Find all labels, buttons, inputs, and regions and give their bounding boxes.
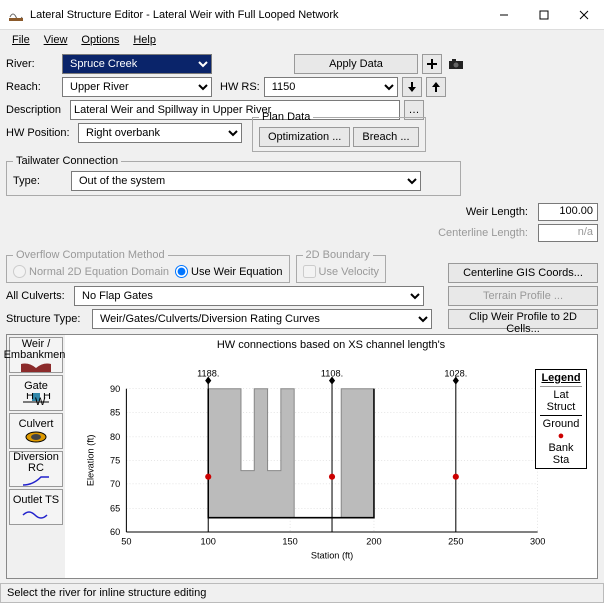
diversion-rc-button[interactable]: Diversion RC — [9, 451, 63, 487]
svg-text:85: 85 — [110, 407, 120, 417]
structure-type-select[interactable]: Weir/Gates/Culverts/Diversion Rating Cur… — [92, 309, 432, 329]
weir-embankment-button[interactable]: Weir / Embankment — [9, 337, 63, 373]
menubar: File View Options Help — [0, 30, 604, 50]
svg-text:250: 250 — [448, 536, 463, 546]
centlen-label: Centerline Length: — [438, 227, 528, 239]
svg-text:75: 75 — [110, 455, 120, 465]
plan-data-legend: Plan Data — [259, 111, 313, 123]
outlet-ts-button[interactable]: Outlet TS — [9, 489, 63, 525]
gate-button[interactable]: GateHHW — [9, 375, 63, 411]
description-label: Description — [6, 104, 66, 116]
check-use-velocity: Use Velocity — [303, 265, 380, 278]
plan-data-group: Plan Data Optimization ... Breach ... — [252, 111, 426, 152]
svg-text:Elevation (ft): Elevation (ft) — [86, 435, 96, 487]
boundary-2d-legend: 2D Boundary — [303, 249, 373, 261]
river-select[interactable]: Spruce Creek — [62, 54, 212, 74]
apply-data-button[interactable]: Apply Data — [294, 54, 418, 74]
type-label: Type: — [13, 175, 67, 187]
clip-weir-button[interactable]: Clip Weir Profile to 2D Cells... — [448, 309, 598, 329]
menu-file[interactable]: File — [6, 32, 36, 48]
svg-text:1108.: 1108. — [321, 368, 343, 378]
svg-text:60: 60 — [110, 527, 120, 537]
centerline-gis-button[interactable]: Centerline GIS Coords... — [448, 263, 598, 283]
reach-select[interactable]: Upper River — [62, 77, 212, 97]
centlen-value: n/a — [538, 224, 598, 242]
down-arrow-button[interactable] — [402, 77, 422, 97]
svg-text:50: 50 — [121, 536, 131, 546]
overflow-legend: Overflow Computation Method — [13, 249, 168, 261]
svg-text:65: 65 — [110, 504, 120, 514]
culverts-label: All Culverts: — [6, 290, 70, 302]
svg-text:1028.: 1028. — [444, 368, 467, 378]
minimize-button[interactable] — [492, 3, 516, 27]
titlebar: Lateral Structure Editor - Lateral Weir … — [0, 0, 604, 30]
plot-legend: Legend Lat Struct Ground ● Bank Sta — [535, 369, 587, 469]
up-arrow-button[interactable] — [426, 77, 446, 97]
svg-text:70: 70 — [110, 479, 120, 489]
app-icon — [8, 7, 24, 23]
camera-icon[interactable] — [446, 54, 466, 74]
structure-type-label: Structure Type: — [6, 313, 88, 325]
window-title: Lateral Structure Editor - Lateral Weir … — [30, 9, 492, 21]
breach-button[interactable]: Breach ... — [353, 127, 418, 147]
svg-text:150: 150 — [282, 536, 297, 546]
weirlen-value: 100.00 — [538, 203, 598, 221]
svg-text:W: W — [35, 396, 46, 405]
svg-text:200: 200 — [366, 536, 381, 546]
svg-text:1188.: 1188. — [197, 368, 219, 378]
plot-title: HW connections based on XS channel lengt… — [65, 335, 597, 355]
hwpos-label: HW Position: — [6, 127, 74, 139]
plot-area[interactable]: HW connections based on XS channel lengt… — [65, 335, 597, 578]
reach-label: Reach: — [6, 81, 58, 93]
type-select[interactable]: Out of the system — [71, 171, 421, 191]
radio-weir-eq[interactable]: Use Weir Equation — [175, 265, 283, 278]
menu-help[interactable]: Help — [127, 32, 162, 48]
tailwater-legend: Tailwater Connection — [13, 155, 121, 167]
culvert-button[interactable]: Culvert — [9, 413, 63, 449]
menu-view[interactable]: View — [38, 32, 74, 48]
maximize-button[interactable] — [532, 3, 556, 27]
close-button[interactable] — [572, 3, 596, 27]
add-button[interactable] — [422, 54, 442, 74]
side-toolbar: Weir / Embankment GateHHW Culvert Divers… — [7, 335, 65, 578]
overflow-group: Overflow Computation Method Normal 2D Eq… — [6, 249, 290, 283]
svg-text:80: 80 — [110, 432, 120, 442]
hwrs-label: HW RS: — [220, 81, 260, 93]
svg-text:300: 300 — [530, 536, 545, 546]
hwpos-select[interactable]: Right overbank — [78, 123, 242, 143]
svg-text:H: H — [26, 393, 34, 402]
boundary-2d-group: 2D Boundary Use Velocity — [296, 249, 387, 283]
svg-text:90: 90 — [110, 384, 120, 394]
radio-normal-2d: Normal 2D Equation Domain — [13, 265, 169, 278]
terrain-profile-button: Terrain Profile ... — [448, 286, 598, 306]
statusbar: Select the river for inline structure ed… — [0, 583, 604, 603]
river-label: River: — [6, 58, 58, 70]
svg-text:Station (ft): Station (ft) — [311, 551, 353, 561]
chart-svg: 50 100 150 200 250 300 60 65 70 75 80 85… — [65, 355, 597, 576]
menu-options[interactable]: Options — [75, 32, 125, 48]
hwrs-select[interactable]: 1150 — [264, 77, 398, 97]
culverts-select[interactable]: No Flap Gates — [74, 286, 424, 306]
optimization-button[interactable]: Optimization ... — [259, 127, 350, 147]
weirlen-label: Weir Length: — [466, 206, 528, 218]
svg-text:100: 100 — [201, 536, 216, 546]
tailwater-group: Tailwater Connection Type: Out of the sy… — [6, 155, 461, 196]
